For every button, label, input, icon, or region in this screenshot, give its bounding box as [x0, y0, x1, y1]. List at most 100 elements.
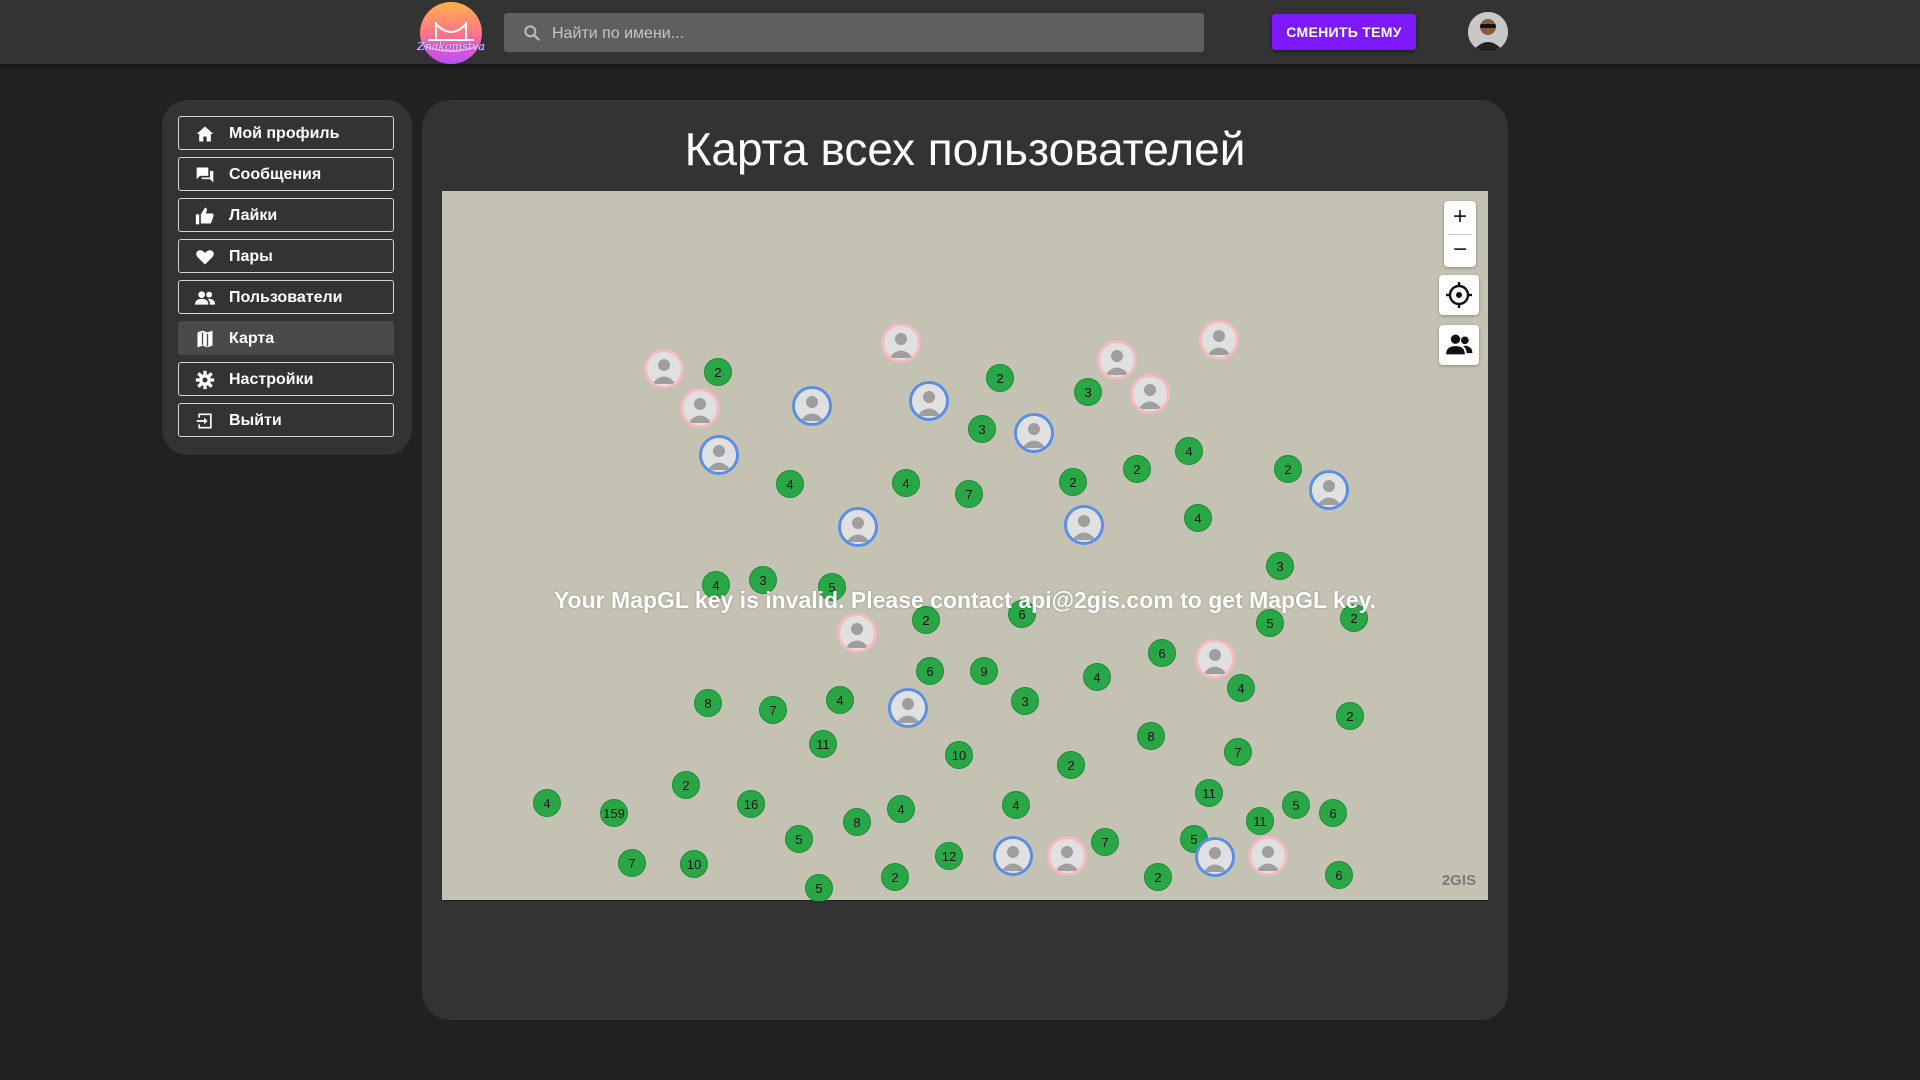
user-cluster-marker[interactable]: 2: [881, 863, 909, 891]
male-user-pin[interactable]: [838, 507, 878, 547]
user-cluster-marker[interactable]: 8: [843, 808, 871, 836]
user-cluster-marker[interactable]: 3: [968, 415, 996, 443]
sidebar-item-messages[interactable]: Сообщения: [178, 157, 394, 191]
user-cluster-marker[interactable]: 7: [618, 849, 646, 877]
user-placeholder-icon: [884, 326, 918, 360]
user-cluster-marker[interactable]: 2: [672, 771, 700, 799]
male-user-pin[interactable]: [993, 836, 1033, 876]
male-user-pin[interactable]: [1064, 505, 1104, 545]
home-icon: [196, 126, 214, 142]
search-input[interactable]: [550, 13, 1194, 54]
male-user-pin[interactable]: [1195, 837, 1235, 877]
users-map[interactable]: 2 2 3 3 4 4 7 2 2 4 2 4 3 4 3 5 6 2 5 2 6 9 4 6 4 8 7 4 11 3 10 2 8 7 2 4 2 1…: [442, 191, 1488, 901]
user-cluster-marker[interactable]: 6: [1325, 861, 1353, 889]
user-cluster-marker[interactable]: 4: [1083, 663, 1111, 691]
user-cluster-marker[interactable]: 8: [694, 689, 722, 717]
female-user-pin[interactable]: [1047, 836, 1087, 876]
user-cluster-marker[interactable]: 159: [600, 799, 628, 827]
user-cluster-marker[interactable]: 2: [1274, 455, 1302, 483]
male-user-pin[interactable]: [1309, 470, 1349, 510]
user-cluster-marker[interactable]: 4: [892, 469, 920, 497]
map-canvas[interactable]: 2 2 3 3 4 4 7 2 2 4 2 4 3 4 3 5 6 2 5 2 6 9 4 6 4 8 7 4 11 3 10 2 8 7 2 4 2 1…: [442, 191, 1488, 901]
female-user-pin[interactable]: [837, 613, 877, 653]
user-cluster-marker[interactable]: 10: [680, 850, 708, 878]
male-user-pin[interactable]: [888, 688, 928, 728]
change-theme-button[interactable]: СМЕНИТЬ ТЕМУ: [1272, 14, 1416, 50]
female-user-pin[interactable]: [1195, 639, 1235, 679]
sidebar-item-my-profile[interactable]: Мой профиль: [178, 116, 394, 150]
user-cluster-marker[interactable]: 6: [1319, 799, 1347, 827]
female-user-pin[interactable]: [644, 349, 684, 389]
user-cluster-marker[interactable]: 10: [945, 741, 973, 769]
zoom-out-button[interactable]: −: [1444, 234, 1476, 266]
user-cluster-marker[interactable]: 7: [759, 696, 787, 724]
logo-text: Znakomstva: [417, 40, 485, 53]
sidebar-item-label: Сообщения: [229, 166, 322, 183]
sidebar-item-label: Пользователи: [229, 289, 343, 306]
user-cluster-marker[interactable]: 12: [935, 842, 963, 870]
user-placeholder-icon: [683, 391, 717, 425]
user-cluster-marker[interactable]: 4: [1175, 437, 1203, 465]
user-cluster-marker[interactable]: 2: [1123, 455, 1151, 483]
user-cluster-marker[interactable]: 5: [785, 825, 813, 853]
female-user-pin[interactable]: [1199, 320, 1239, 360]
user-cluster-marker[interactable]: 4: [887, 795, 915, 823]
geolocate-button[interactable]: [1439, 275, 1479, 315]
user-cluster-marker[interactable]: 4: [533, 789, 561, 817]
gear-icon: [195, 370, 215, 390]
sidebar-item-logout[interactable]: Выйти: [178, 403, 394, 437]
crosshair-icon: [1446, 282, 1472, 308]
male-user-pin[interactable]: [1014, 413, 1054, 453]
user-cluster-marker[interactable]: 2: [1336, 702, 1364, 730]
female-user-pin[interactable]: [881, 323, 921, 363]
user-avatar[interactable]: [1468, 12, 1508, 52]
users-layer-button[interactable]: [1439, 325, 1479, 365]
user-cluster-marker[interactable]: 6: [1148, 639, 1176, 667]
app-logo[interactable]: Znakomstva: [414, 0, 488, 64]
user-cluster-marker[interactable]: 4: [1002, 791, 1030, 819]
sidebar-item-likes[interactable]: Лайки: [178, 198, 394, 232]
user-cluster-marker[interactable]: 7: [1091, 828, 1119, 856]
user-cluster-marker[interactable]: 4: [826, 686, 854, 714]
sidebar-nav: Мой профиль Сообщения Лайки Пары Пользов…: [162, 100, 412, 455]
user-cluster-marker[interactable]: 9: [970, 657, 998, 685]
user-cluster-marker[interactable]: 4: [1227, 674, 1255, 702]
user-cluster-marker[interactable]: 4: [1184, 504, 1212, 532]
user-cluster-marker[interactable]: 7: [955, 480, 983, 508]
user-cluster-marker[interactable]: 5: [1282, 791, 1310, 819]
user-cluster-marker[interactable]: 11: [1246, 807, 1274, 835]
user-cluster-marker[interactable]: 7: [1224, 738, 1252, 766]
zoom-in-button[interactable]: +: [1444, 201, 1476, 233]
user-cluster-marker[interactable]: 3: [1266, 552, 1294, 580]
user-placeholder-icon: [912, 384, 946, 418]
male-user-pin[interactable]: [792, 386, 832, 426]
user-cluster-marker[interactable]: 5: [805, 874, 833, 901]
user-cluster-marker[interactable]: 11: [809, 730, 837, 758]
user-cluster-marker[interactable]: 3: [1074, 378, 1102, 406]
sidebar-item-map[interactable]: Карта: [178, 321, 394, 355]
female-user-pin[interactable]: [1130, 374, 1170, 414]
female-user-pin[interactable]: [680, 388, 720, 428]
user-cluster-marker[interactable]: 6: [916, 657, 944, 685]
user-cluster-marker[interactable]: 2: [986, 364, 1014, 392]
sidebar-item-matches[interactable]: Пары: [178, 239, 394, 273]
user-cluster-marker[interactable]: 2: [1057, 751, 1085, 779]
user-cluster-marker[interactable]: 2: [1059, 468, 1087, 496]
user-cluster-marker[interactable]: 2: [704, 358, 732, 386]
user-placeholder-icon: [1198, 840, 1232, 874]
user-cluster-marker[interactable]: 2: [1144, 863, 1172, 891]
sidebar-item-users[interactable]: Пользователи: [178, 280, 394, 314]
user-cluster-marker[interactable]: 3: [1011, 687, 1039, 715]
user-cluster-marker[interactable]: 8: [1137, 722, 1165, 750]
male-user-pin[interactable]: [699, 435, 739, 475]
female-user-pin[interactable]: [1097, 340, 1137, 380]
user-placeholder-icon: [1198, 642, 1232, 676]
user-cluster-marker[interactable]: 16: [737, 790, 765, 818]
user-cluster-marker[interactable]: 4: [776, 470, 804, 498]
search-bar: [504, 13, 1204, 54]
female-user-pin[interactable]: [1248, 836, 1288, 876]
male-user-pin[interactable]: [909, 381, 949, 421]
sidebar-item-settings[interactable]: Настройки: [178, 362, 394, 396]
sidebar-item-label: Карта: [229, 330, 275, 347]
user-cluster-marker[interactable]: 11: [1195, 779, 1223, 807]
